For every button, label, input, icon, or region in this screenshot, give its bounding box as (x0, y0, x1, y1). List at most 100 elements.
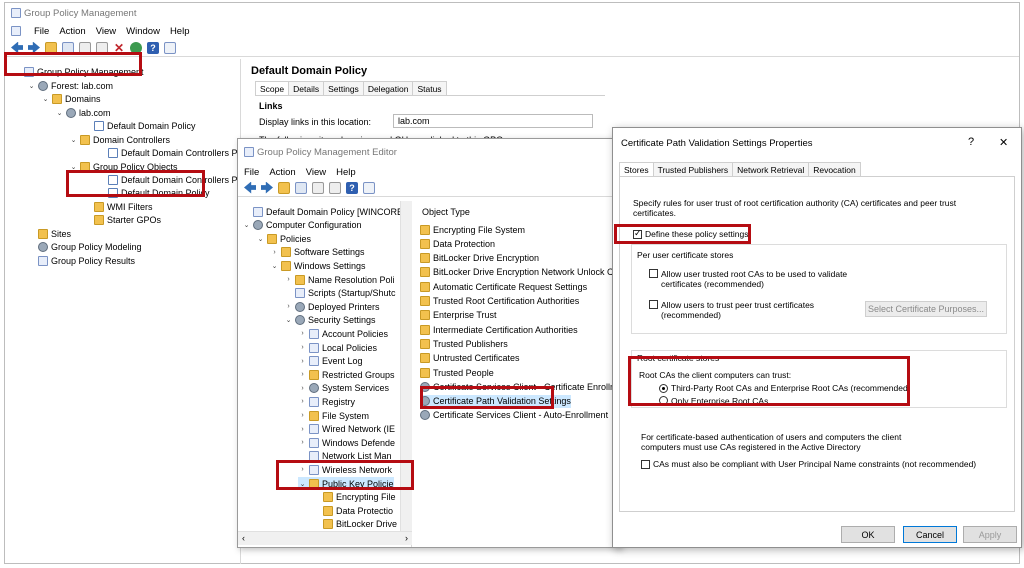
object-type-item[interactable]: Intermediate Certification Authorities (420, 323, 578, 336)
chevron-icon[interactable]: › (298, 344, 307, 351)
editor-tree-item[interactable]: › Wired Network (IE (298, 423, 395, 436)
tab-details[interactable]: Details (288, 81, 325, 96)
editor-tree-item[interactable]: › Windows Defende (298, 436, 395, 449)
chevron-icon[interactable]: ⌄ (69, 136, 78, 144)
radio-thirdparty[interactable] (659, 383, 668, 393)
chevron-icon[interactable]: › (298, 358, 307, 365)
gpm-tree-item[interactable]: Default Domain Policy (83, 119, 196, 132)
editor-tree-item[interactable]: › Restricted Groups (298, 368, 395, 381)
tab-revocation[interactable]: Revocation (808, 162, 861, 177)
editor-tree-item[interactable]: › Name Resolution Poli (284, 273, 395, 286)
object-type-item[interactable]: Automatic Certificate Request Settings (420, 280, 587, 293)
editor-tree-item[interactable]: Default Domain Policy [WINCORE20 (242, 205, 411, 218)
chevron-icon[interactable]: ⌄ (284, 316, 293, 324)
object-type-item[interactable]: Trusted Publishers (420, 337, 508, 350)
editor-copy-icon[interactable] (312, 181, 324, 194)
object-type-item[interactable]: BitLocker Drive Encryption Network Unloc… (420, 266, 614, 279)
editor-tree-item[interactable]: › Account Policies (298, 327, 388, 340)
define-policy-row[interactable]: Define these policy settings (633, 228, 748, 239)
editor-tree-item[interactable]: › File System (298, 409, 369, 422)
gpm-tree-item[interactable]: ⌄ Forest: lab.com (27, 79, 113, 92)
editor-up-icon[interactable] (278, 181, 290, 194)
chevron-icon[interactable]: ⌄ (256, 235, 265, 243)
paste-icon[interactable] (96, 41, 108, 54)
allow-peer-row[interactable]: Allow users to trust peer trust certific… (649, 300, 819, 320)
chevron-icon[interactable]: › (284, 303, 293, 310)
editor-tree-item[interactable]: › Deployed Printers (284, 300, 380, 313)
upn-checkbox[interactable] (641, 459, 650, 469)
menu-help[interactable]: Help (170, 26, 190, 37)
editor-tree-item[interactable]: BitLocker Drive (312, 518, 397, 531)
menu-view[interactable]: View (96, 26, 116, 37)
chevron-icon[interactable]: ⌄ (41, 95, 50, 103)
gpm-tree-item[interactable]: Group Policy Modeling (27, 240, 142, 253)
gpm-tree-item[interactable]: Sites (27, 227, 71, 240)
editor-tree-item[interactable]: › System Services (298, 382, 389, 395)
list-header[interactable]: Object Type (422, 207, 470, 217)
object-type-item[interactable]: Trusted Root Certification Authorities (420, 295, 579, 308)
menu-action[interactable]: Action (59, 26, 85, 37)
delete-icon[interactable]: ✕ (113, 42, 125, 54)
back-arrow-icon[interactable] (11, 41, 23, 54)
editor-menu-view[interactable]: View (306, 167, 326, 178)
chevron-icon[interactable]: ⌄ (55, 109, 64, 117)
editor-tree-item[interactable]: › Wireless Network (298, 463, 392, 476)
tab-scope[interactable]: Scope (255, 81, 290, 96)
object-type-item[interactable]: BitLocker Drive Encryption (420, 252, 539, 265)
editor-tree-item[interactable]: Network List Man (298, 450, 392, 463)
radio-thirdparty-row[interactable]: Third-Party Root CAs and Enterprise Root… (659, 383, 911, 393)
chevron-icon[interactable]: › (298, 385, 307, 392)
editor-tree-scrollbar[interactable] (400, 201, 412, 531)
editor-tree-icon[interactable] (295, 181, 307, 194)
dialog-help-button[interactable]: ? (968, 136, 974, 148)
editor-tree-item[interactable]: › Event Log (298, 355, 363, 368)
editor-tree-hscroll[interactable]: ‹ › (238, 531, 412, 545)
menu-file[interactable]: File (34, 26, 49, 37)
editor-menu-action[interactable]: Action (269, 167, 295, 178)
cancel-button[interactable]: Cancel (903, 526, 957, 543)
chevron-icon[interactable]: › (298, 426, 307, 433)
ok-button[interactable]: OK (841, 526, 895, 543)
upn-row[interactable]: CAs must also be compliant with User Pri… (641, 459, 976, 469)
tab-settings[interactable]: Settings (323, 81, 364, 96)
editor-tree-item[interactable]: › Software Settings (270, 246, 365, 259)
editor-tree-item[interactable]: ⌄ Public Key Policie (298, 477, 394, 490)
gpm-tree-item[interactable]: Group Policy Management (13, 65, 144, 78)
refresh-icon[interactable] (130, 41, 142, 54)
display-links-select[interactable]: lab.com (393, 114, 593, 128)
editor-export-icon[interactable] (329, 181, 341, 194)
tab-network-retrieval[interactable]: Network Retrieval (732, 162, 810, 177)
editor-menu-file[interactable]: File (244, 167, 259, 178)
editor-back-icon[interactable] (244, 181, 256, 194)
chevron-icon[interactable]: › (298, 330, 307, 337)
gpm-tree-item[interactable]: ⌄ Domain Controllers (69, 133, 170, 146)
up-folder-icon[interactable] (45, 41, 57, 54)
menu-window[interactable]: Window (126, 26, 160, 37)
chevron-icon[interactable]: ⌄ (270, 262, 279, 270)
object-type-item[interactable]: Enterprise Trust (420, 309, 497, 322)
object-type-item[interactable]: Data Protection (420, 237, 495, 250)
radio-enterprise[interactable] (659, 396, 668, 405)
chevron-icon[interactable]: › (270, 249, 279, 256)
allow-root-row[interactable]: Allow user trusted root CAs to be used t… (649, 269, 889, 289)
tab-stores[interactable]: Stores (619, 162, 654, 177)
dialog-close-button[interactable]: ✕ (999, 136, 1008, 149)
gpm-tree-item[interactable]: WMI Filters (83, 200, 153, 213)
scroll-right-icon[interactable]: › (405, 533, 408, 543)
editor-tree-item[interactable]: › Registry (298, 395, 355, 408)
tab-status[interactable]: Status (412, 81, 447, 96)
select-purposes-button[interactable]: Select Certificate Purposes... (865, 301, 987, 317)
chevron-icon[interactable]: ⌄ (69, 163, 78, 171)
chevron-icon[interactable]: › (284, 276, 293, 283)
editor-forward-icon[interactable] (261, 181, 273, 194)
copy-icon[interactable] (79, 41, 91, 54)
tab-delegation[interactable]: Delegation (362, 81, 414, 96)
properties-icon[interactable] (164, 41, 176, 54)
chevron-icon[interactable]: ⌄ (298, 480, 307, 488)
chevron-icon[interactable]: › (298, 439, 307, 446)
object-type-item[interactable]: Certificate Path Validation Settings (420, 394, 571, 408)
object-type-item[interactable]: Untrusted Certificates (420, 352, 520, 365)
gpm-tree-item[interactable]: Default Domain Policy (97, 186, 210, 199)
gpm-tree-item[interactable]: ⌄ lab.com (55, 106, 111, 119)
tab-trusted-publishers[interactable]: Trusted Publishers (652, 162, 734, 177)
